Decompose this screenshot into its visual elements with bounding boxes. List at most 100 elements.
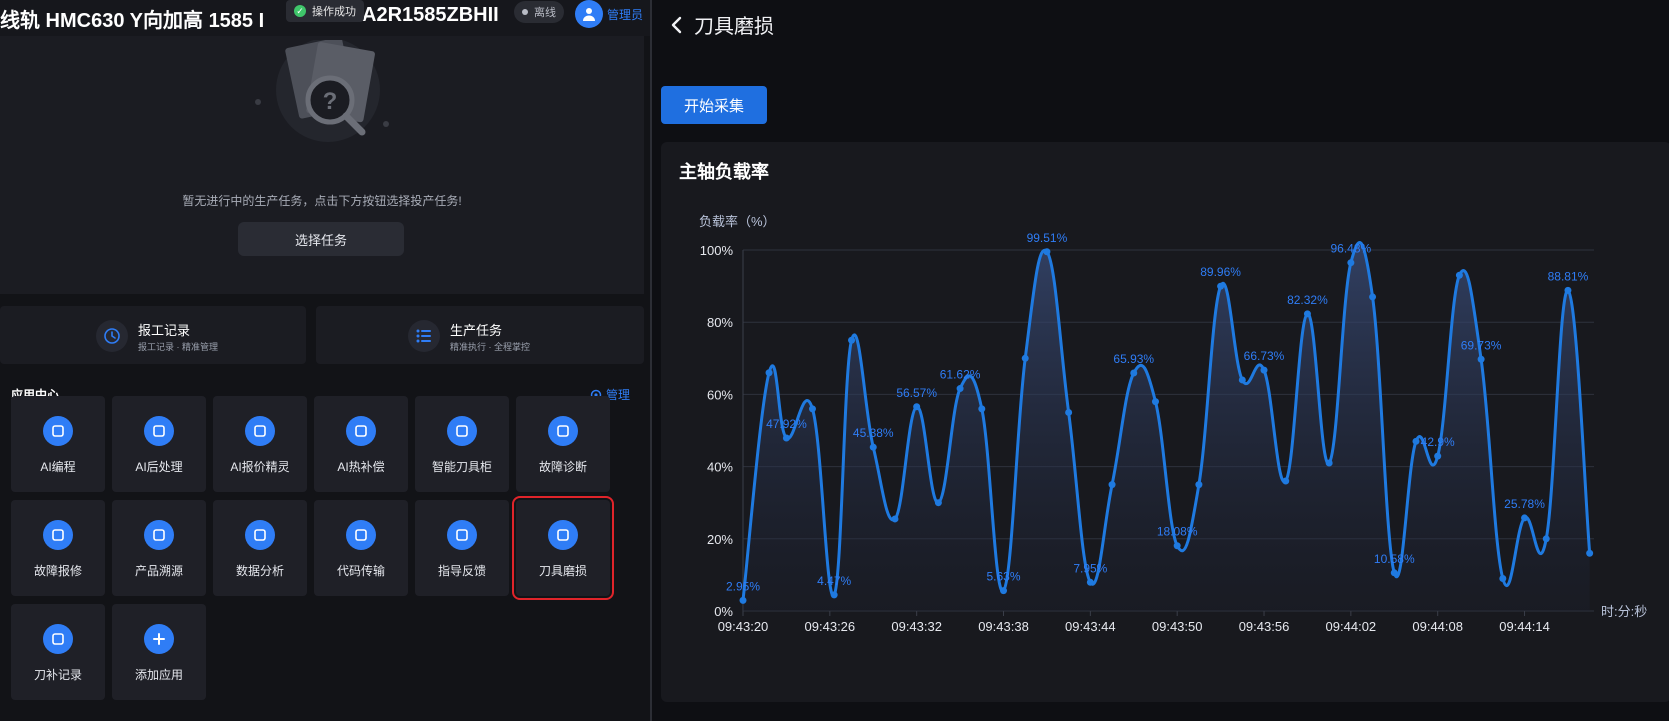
data-label: 25.78% — [1504, 497, 1545, 511]
y-tick-label: 20% — [707, 532, 733, 547]
data-label: 56.57% — [896, 386, 937, 400]
app-tile[interactable]: 智能刀具柜 — [415, 396, 509, 492]
x-tick-label: 09:43:38 — [978, 619, 1029, 634]
device-header: 线轨 HMC630 Y向加高 1585 I A2R1585ZBHII ✓ 操作成… — [0, 0, 650, 36]
data-label: 89.96% — [1200, 265, 1241, 279]
data-point — [1151, 398, 1159, 406]
x-tick-label: 09:43:26 — [805, 619, 856, 634]
data-point — [1108, 481, 1116, 489]
data-point — [765, 369, 773, 377]
back-button[interactable]: 刀具磨损 — [670, 10, 774, 39]
data-point — [1455, 271, 1463, 279]
app-label: 刀补记录 — [33, 668, 82, 682]
data-point — [830, 591, 838, 599]
list-icon — [408, 320, 440, 352]
data-point — [1021, 354, 1029, 362]
data-point — [1043, 248, 1051, 256]
app-tile[interactable]: 指导反馈 — [415, 500, 509, 596]
app-tile[interactable]: AI后处理 — [112, 396, 206, 492]
data-label: 18.08% — [1157, 525, 1198, 539]
app-label: 数据分析 — [235, 564, 284, 578]
spindle-load-chart-card: 主轴负载率 负载率（%） 0% 20% 40% 60% 80% 100% 09:43:20 09… — [661, 142, 1669, 702]
data-point — [1477, 355, 1485, 363]
app-tile[interactable]: AI热补偿 — [314, 396, 408, 492]
y-tick-label: 0% — [714, 604, 733, 619]
x-tick-label: 09:43:20 — [718, 619, 769, 634]
server-icon — [144, 416, 174, 446]
data-point — [978, 405, 986, 413]
data-label: 47.92% — [766, 417, 807, 431]
user-name[interactable]: 管理员 — [607, 6, 643, 23]
magnifier-icon — [144, 520, 174, 550]
x-tick-label: 09:43:44 — [1065, 619, 1116, 634]
svg-text:?: ? — [323, 88, 338, 115]
data-point — [1564, 286, 1572, 294]
data-label: 66.73% — [1244, 349, 1285, 363]
cabinet-icon — [447, 416, 477, 446]
app-label: AI编程 — [40, 460, 76, 474]
x-tick-label: 09:43:32 — [891, 619, 942, 634]
app-tile[interactable]: AI编程 — [11, 396, 105, 492]
y-tick-label: 60% — [707, 387, 733, 402]
data-label: 69.73% — [1461, 338, 1502, 352]
data-point — [891, 515, 899, 523]
data-point — [1499, 575, 1507, 583]
data-point — [1369, 293, 1377, 301]
data-label: 65.93% — [1113, 352, 1154, 366]
work-report-title: 报工记录 — [138, 323, 191, 338]
work-report-card[interactable]: 报工记录 报工记录 · 精准管理 — [0, 306, 306, 364]
app-tile[interactable]: 故障诊断 — [516, 396, 610, 492]
robot-icon — [245, 416, 275, 446]
x-axis-label: 时:分:秒 — [1601, 604, 1647, 619]
user-menu[interactable]: 管理员 — [575, 0, 643, 28]
x-tick-label: 09:44:02 — [1326, 619, 1377, 634]
app-tile[interactable]: 数据分析 — [213, 500, 307, 596]
app-tile[interactable]: 刀具磨损 — [512, 496, 614, 600]
app-label: AI热补偿 — [337, 460, 385, 474]
app-label: 故障诊断 — [538, 460, 587, 474]
data-label: 7.95% — [1073, 561, 1107, 575]
app-tile[interactable]: 产品溯源 — [112, 500, 206, 596]
data-point — [1390, 569, 1398, 577]
device-panel: 线轨 HMC630 Y向加高 1585 I A2R1585ZBHII ✓ 操作成… — [0, 0, 650, 721]
data-label: 61.62% — [940, 368, 981, 382]
data-point — [1542, 535, 1550, 543]
avatar-icon[interactable] — [575, 0, 603, 28]
app-tile[interactable]: AI报价精灵 — [213, 396, 307, 492]
clipboard-icon — [43, 624, 73, 654]
app-tile[interactable]: 故障报修 — [11, 500, 105, 596]
data-label: 4.47% — [817, 574, 851, 588]
chevron-left-icon[interactable] — [670, 16, 684, 34]
y-tick-label: 80% — [707, 315, 733, 330]
app-tile[interactable]: 代码传输 — [314, 500, 408, 596]
data-label: 96.48% — [1331, 242, 1372, 256]
choose-task-button[interactable]: 选择任务 — [238, 222, 404, 256]
device-code: A2R1585ZBHII — [362, 4, 499, 26]
empty-task-text: 暂无进行中的生产任务，点击下方按钮选择投产任务! — [182, 194, 462, 208]
device-title: 线轨 HMC630 Y向加高 1585 I — [0, 10, 265, 32]
chart-icon — [245, 520, 275, 550]
page-title: 刀具磨损 — [694, 16, 774, 38]
production-task-card[interactable]: 生产任务 精准执行 · 全程掌控 — [316, 306, 644, 364]
app-label: 刀具磨损 — [538, 564, 587, 578]
data-point — [808, 405, 816, 413]
data-point — [1282, 477, 1290, 485]
data-point — [1586, 549, 1594, 557]
status-badge: 离线 — [514, 1, 564, 23]
data-label: 2.95% — [726, 579, 760, 593]
x-tick-label: 09:44:08 — [1412, 619, 1463, 634]
start-collect-button[interactable]: 开始采集 — [661, 86, 767, 124]
status-text: 离线 — [534, 7, 556, 19]
data-point — [782, 434, 790, 442]
success-toast: ✓ 操作成功 — [286, 0, 364, 22]
work-report-subtitle: 报工记录 · 精准管理 — [138, 342, 218, 352]
data-point — [956, 385, 964, 393]
app-tile[interactable]: 刀补记录 — [11, 604, 105, 700]
app-center: 应用中心 管理 AI编程 AI后处理 AI报价精灵 AI热补偿 智能刀具柜 故障诊断 故障报… — [0, 376, 644, 721]
data-label: 99.51% — [1027, 231, 1068, 245]
app-label: 指导反馈 — [437, 564, 486, 578]
app-tile[interactable]: 添加应用 — [112, 604, 206, 700]
data-point — [1260, 366, 1268, 374]
data-point — [1238, 376, 1246, 384]
y-tick-label: 100% — [700, 243, 734, 258]
